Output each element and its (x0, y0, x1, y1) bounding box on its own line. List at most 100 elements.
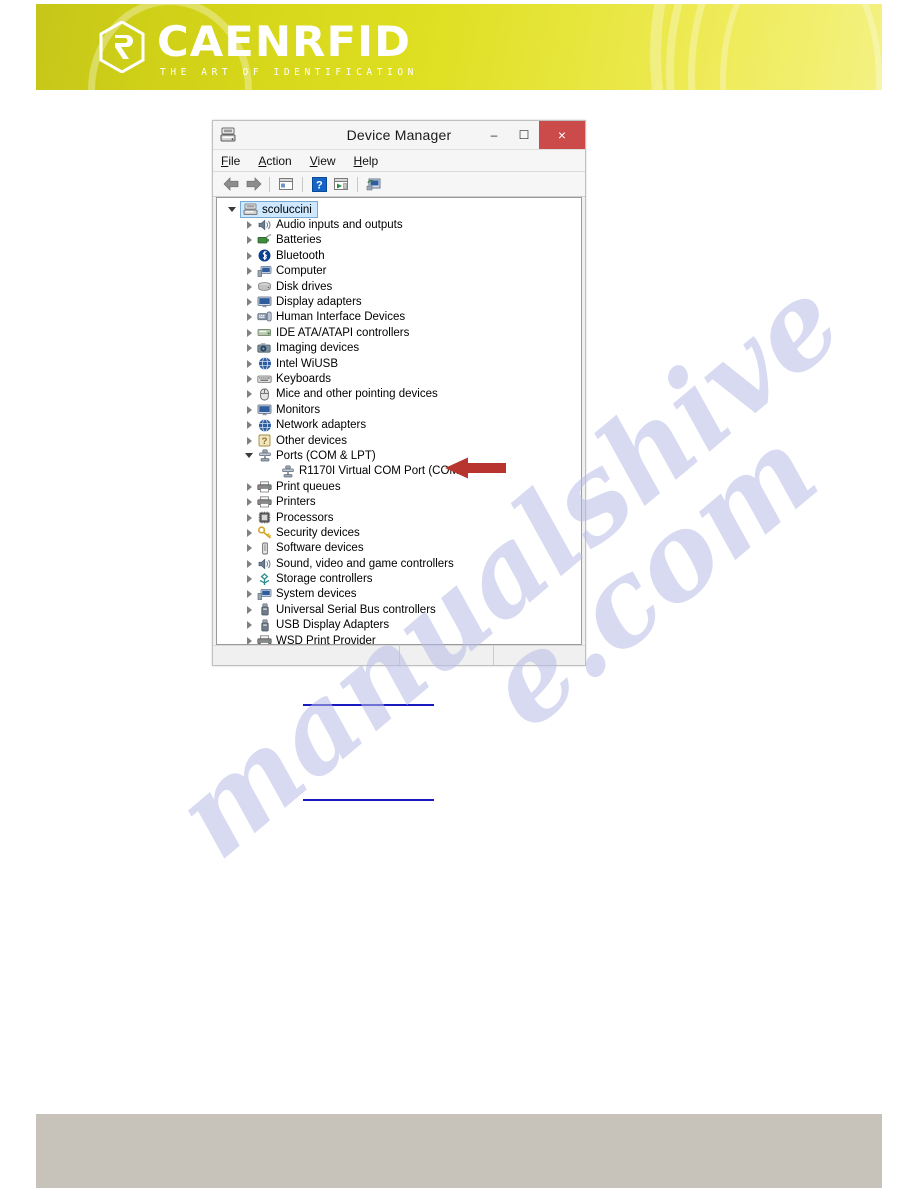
keyboard-icon (256, 374, 273, 384)
chevron-right-icon[interactable] (242, 590, 256, 599)
tree-row[interactable]: Security devices (217, 525, 581, 540)
computer-icon (256, 588, 273, 601)
tree-item-label: System devices (276, 588, 357, 601)
chevron-right-icon[interactable] (242, 328, 256, 337)
tree-row[interactable]: Processors (217, 510, 581, 525)
minimize-icon: – (490, 128, 498, 142)
maximize-button[interactable]: ☐ (509, 121, 539, 149)
tree-row[interactable]: Disk drives (217, 279, 581, 294)
window-title-bar[interactable]: Device Manager – ☐ × (213, 121, 585, 149)
chevron-down-icon[interactable] (225, 207, 239, 213)
properties-icon[interactable] (275, 174, 297, 194)
tree-row[interactable]: Human Interface Devices (217, 310, 581, 325)
tree-row[interactable]: Software devices (217, 541, 581, 556)
tree-row[interactable]: Printers (217, 494, 581, 509)
close-button[interactable]: × (539, 121, 585, 149)
chevron-right-icon[interactable] (242, 390, 256, 399)
tree-item-label: Intel WiUSB (276, 357, 338, 370)
tree-row[interactable]: Keyboards (217, 371, 581, 386)
tree-row[interactable]: System devices (217, 587, 581, 602)
chevron-right-icon[interactable] (242, 421, 256, 430)
tree-row[interactable]: ? Other devices (217, 433, 581, 448)
tree-row[interactable]: Monitors (217, 402, 581, 417)
tree-row[interactable]: Ports (COM & LPT) (217, 448, 581, 463)
tree-row[interactable]: Batteries (217, 233, 581, 248)
tree-row[interactable]: Audio inputs and outputs (217, 217, 581, 232)
chevron-right-icon[interactable] (242, 374, 256, 383)
tree-row[interactable]: Print queues (217, 479, 581, 494)
tree-item-label: Network adapters (276, 419, 367, 432)
chevron-right-icon[interactable] (242, 513, 256, 522)
tree-row[interactable]: Bluetooth (217, 248, 581, 263)
chevron-right-icon[interactable] (242, 544, 256, 553)
menu-label-view: iew (317, 153, 336, 168)
monitor-icon (256, 404, 273, 416)
chevron-right-icon[interactable] (242, 528, 256, 537)
tree-row[interactable]: Network adapters (217, 417, 581, 432)
toolbar-separator (269, 176, 270, 192)
tree-root-selection[interactable]: scoluccini (240, 201, 318, 219)
chevron-right-icon[interactable] (242, 605, 256, 614)
chevron-right-icon[interactable] (242, 498, 256, 507)
key-icon (256, 526, 273, 539)
chevron-right-icon[interactable] (242, 482, 256, 491)
network-card-icon (256, 357, 273, 370)
chevron-right-icon[interactable] (242, 559, 256, 568)
menu-item-action[interactable]: Action (258, 154, 291, 168)
tree-row[interactable]: Intel WiUSB (217, 356, 581, 371)
chevron-right-icon[interactable] (242, 636, 256, 644)
tree-row[interactable]: R1170I Virtual COM Port (COM4) (217, 464, 581, 479)
forward-arrow-icon[interactable] (242, 174, 264, 194)
unknown-device-icon: ? (256, 434, 273, 447)
chevron-down-icon[interactable] (242, 453, 256, 459)
tree-row[interactable]: Display adapters (217, 294, 581, 309)
page-header-banner: CAENRFID THE ART OF IDENTIFICATION (36, 4, 882, 90)
chevron-right-icon[interactable] (242, 436, 256, 445)
tree-item-label: Mice and other pointing devices (276, 388, 438, 401)
chevron-right-icon[interactable] (242, 267, 256, 276)
chevron-right-icon[interactable] (242, 282, 256, 291)
port-icon (256, 449, 273, 462)
tree-row[interactable]: Mice and other pointing devices (217, 387, 581, 402)
device-tree[interactable]: scoluccini Audio inputs and outputs Batte… (216, 197, 582, 645)
tree-row[interactable]: USB Display Adapters (217, 618, 581, 633)
usb-icon (256, 619, 273, 632)
computer-icon (256, 265, 273, 278)
tree-row[interactable]: Storage controllers (217, 571, 581, 586)
chevron-right-icon[interactable] (242, 251, 256, 260)
chevron-right-icon[interactable] (242, 575, 256, 584)
tree-item-label: Bluetooth (276, 249, 325, 262)
tree-item-label: Software devices (276, 542, 364, 555)
menu-item-view[interactable]: View (310, 154, 336, 168)
chevron-right-icon[interactable] (242, 405, 256, 414)
chevron-right-icon[interactable] (242, 359, 256, 368)
tree-row[interactable]: IDE ATA/ATAPI controllers (217, 325, 581, 340)
tree-item-label: Sound, video and game controllers (276, 557, 454, 570)
status-cell-left (213, 646, 400, 665)
device-manager-window: Device Manager – ☐ × File Action View He… (212, 120, 586, 666)
back-arrow-icon[interactable] (220, 174, 242, 194)
tree-item-label: Ports (COM & LPT) (276, 449, 376, 462)
tree-row[interactable]: Computer (217, 264, 581, 279)
menu-item-help[interactable]: Help (354, 154, 379, 168)
scan-hardware-changes-icon[interactable] (330, 174, 352, 194)
bluetooth-icon (256, 249, 273, 262)
chevron-right-icon[interactable] (242, 236, 256, 245)
tree-row[interactable]: Universal Serial Bus controllers (217, 602, 581, 617)
help-icon[interactable]: ? (308, 174, 330, 194)
menu-item-file[interactable]: File (221, 154, 240, 168)
tree-item-label: Imaging devices (276, 342, 360, 355)
tree-row-root[interactable]: scoluccini (217, 201, 581, 219)
chevron-right-icon[interactable] (242, 621, 256, 630)
close-icon: × (557, 127, 567, 143)
maximize-icon: ☐ (518, 128, 530, 142)
tree-row[interactable]: Imaging devices (217, 341, 581, 356)
minimize-button[interactable]: – (479, 121, 509, 149)
tree-row[interactable]: Sound, video and game controllers (217, 556, 581, 571)
update-driver-icon[interactable] (363, 174, 385, 194)
chevron-right-icon[interactable] (242, 313, 256, 322)
chevron-right-icon[interactable] (242, 298, 256, 307)
chevron-right-icon[interactable] (242, 344, 256, 353)
chevron-right-icon[interactable] (242, 221, 256, 230)
tree-row[interactable]: WSD Print Provider (217, 633, 581, 644)
